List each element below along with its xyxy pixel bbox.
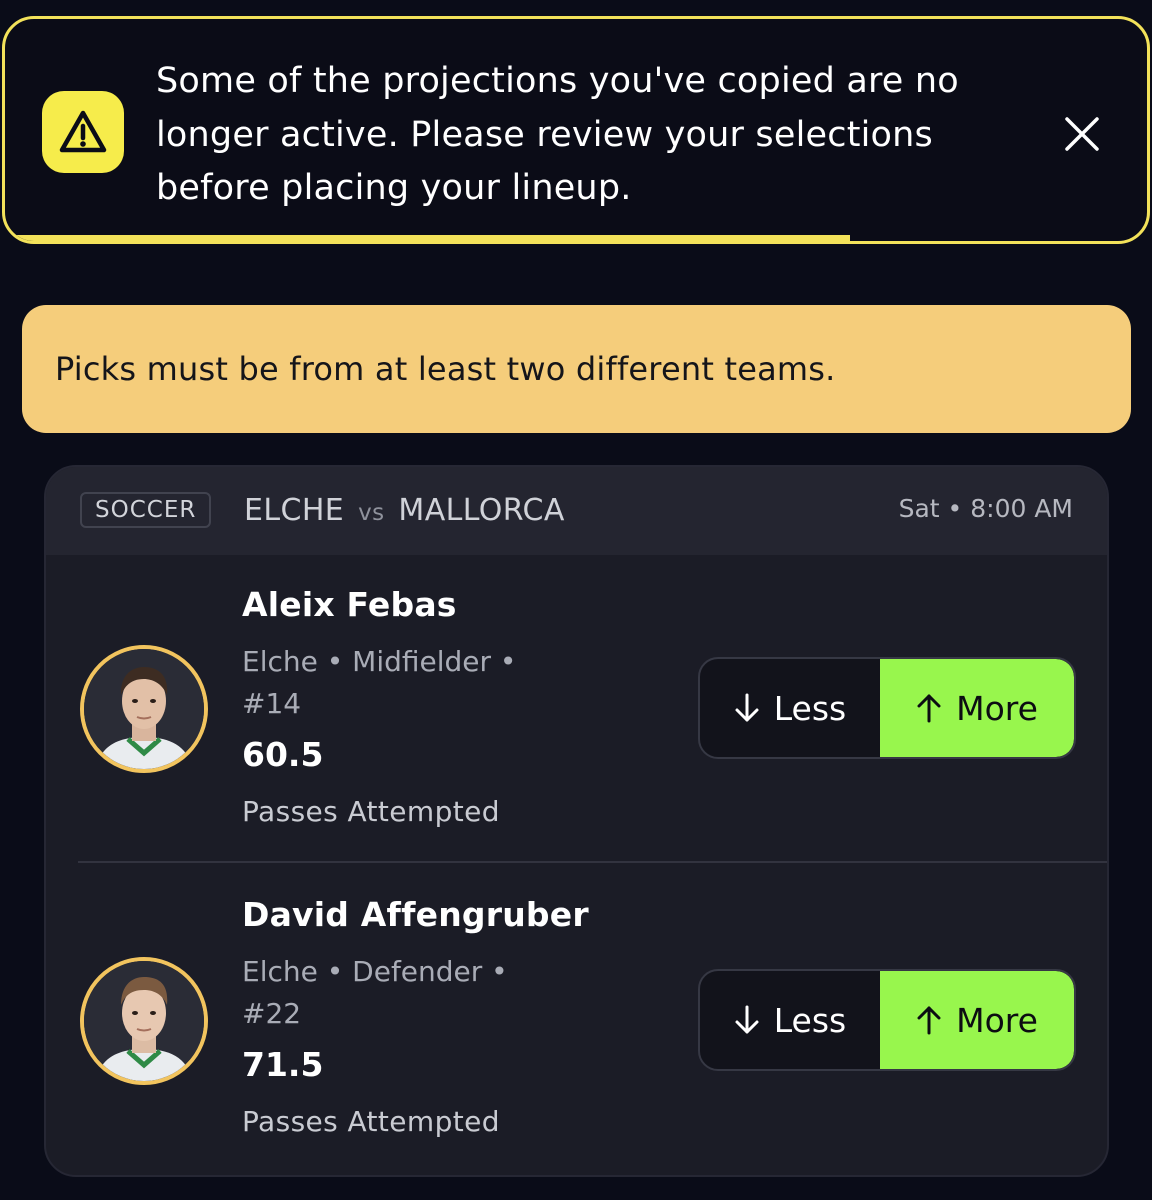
stat-type: Passes Attempted	[242, 795, 500, 828]
less-label: Less	[773, 1000, 847, 1040]
more-label: More	[956, 688, 1038, 728]
close-icon[interactable]	[1059, 111, 1105, 157]
player-name: David Affengruber	[242, 895, 589, 934]
projection-line: 71.5	[242, 1045, 324, 1084]
more-button[interactable]: More	[880, 971, 1074, 1069]
alert-progress-bar	[5, 235, 851, 241]
less-label: Less	[773, 688, 847, 728]
projection-screen: Some of the projections you've copied ar…	[0, 0, 1152, 1200]
player-meta: Elche • Midfielder • #14	[242, 645, 517, 720]
alert-message: Some of the projections you've copied ar…	[156, 61, 959, 208]
vs-label: vs	[358, 500, 385, 526]
home-team: ELCHE	[244, 493, 345, 528]
match-header: SOCCER ELCHE vs MALLORCA Sat • 8:00 AM	[46, 467, 1107, 555]
player-row: David Affengruber Elche • Defender • #22…	[46, 865, 1107, 1175]
pick-toggle: Less More	[698, 657, 1076, 759]
less-button[interactable]: Less	[700, 971, 880, 1069]
player-row: Aleix Febas Elche • Midfielder • #14 60.…	[46, 555, 1107, 867]
player-meta: Elche • Defender • #22	[242, 955, 508, 1030]
warning-icon	[42, 91, 124, 173]
arrow-up-icon	[916, 1005, 942, 1035]
sport-badge: SOCCER	[80, 492, 212, 528]
match-title: ELCHE vs MALLORCA	[244, 493, 565, 528]
less-button[interactable]: Less	[700, 659, 880, 757]
player-avatar	[80, 957, 208, 1085]
player-avatar	[80, 645, 208, 773]
player-name: Aleix Febas	[242, 585, 457, 624]
projection-line: 60.5	[242, 735, 324, 774]
row-divider	[78, 861, 1107, 863]
more-button[interactable]: More	[880, 659, 1074, 757]
warning-message: Picks must be from at least two differen…	[55, 350, 836, 388]
team-warning-banner: Picks must be from at least two differen…	[22, 305, 1131, 433]
arrow-down-icon	[734, 693, 760, 723]
match-time: Sat • 8:00 AM	[898, 494, 1073, 523]
away-team: MALLORCA	[398, 493, 565, 528]
arrow-down-icon	[734, 1005, 760, 1035]
match-card: SOCCER ELCHE vs MALLORCA Sat • 8:00 AM A…	[44, 465, 1109, 1177]
more-label: More	[956, 1000, 1038, 1040]
arrow-up-icon	[916, 693, 942, 723]
projections-alert: Some of the projections you've copied ar…	[2, 16, 1150, 244]
pick-toggle: Less More	[698, 969, 1076, 1071]
stat-type: Passes Attempted	[242, 1105, 500, 1138]
